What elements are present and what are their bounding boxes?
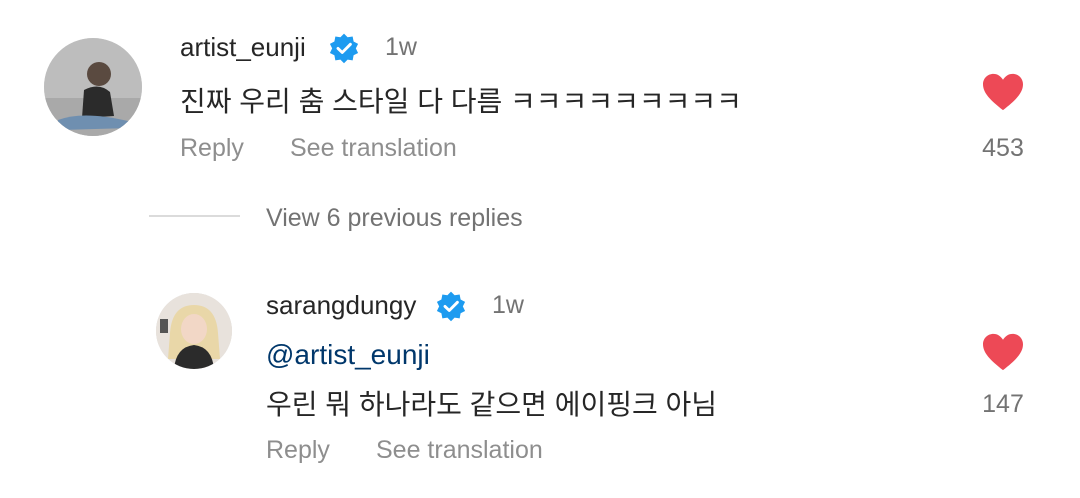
comment-timestamp: 1w: [492, 291, 524, 319]
comment-username[interactable]: sarangdungy: [266, 290, 416, 321]
heart-filled-icon[interactable]: [981, 72, 1025, 112]
avatar-artist-eunji[interactable]: [44, 38, 142, 136]
avatar-photo: [156, 293, 232, 369]
see-translation-button[interactable]: See translation: [376, 436, 543, 465]
verified-badge-icon: [329, 33, 359, 64]
like-count: 453: [982, 134, 1024, 162]
reply-button[interactable]: Reply: [266, 436, 330, 465]
replies-divider: [149, 215, 240, 217]
view-previous-replies-button[interactable]: View 6 previous replies: [266, 204, 523, 233]
comment-text: 우린 뭐 하나라도 같으면 에이핑크 아님: [266, 389, 718, 420]
avatar-sarangdungy[interactable]: [156, 293, 232, 369]
verified-badge-icon: [436, 291, 466, 322]
mention-link[interactable]: @artist_eunji: [266, 339, 430, 371]
reply-button[interactable]: Reply: [180, 134, 244, 163]
comment-text: 진짜 우리 춤 스타일 다 다름 ㅋㅋㅋㅋㅋㅋㅋㅋㅋ: [180, 86, 742, 117]
like-count: 147: [982, 390, 1024, 418]
comment-username[interactable]: artist_eunji: [180, 32, 306, 63]
heart-filled-icon[interactable]: [981, 332, 1025, 372]
comment-timestamp: 1w: [385, 33, 417, 61]
see-translation-button[interactable]: See translation: [290, 134, 457, 163]
avatar-photo: [44, 38, 142, 136]
